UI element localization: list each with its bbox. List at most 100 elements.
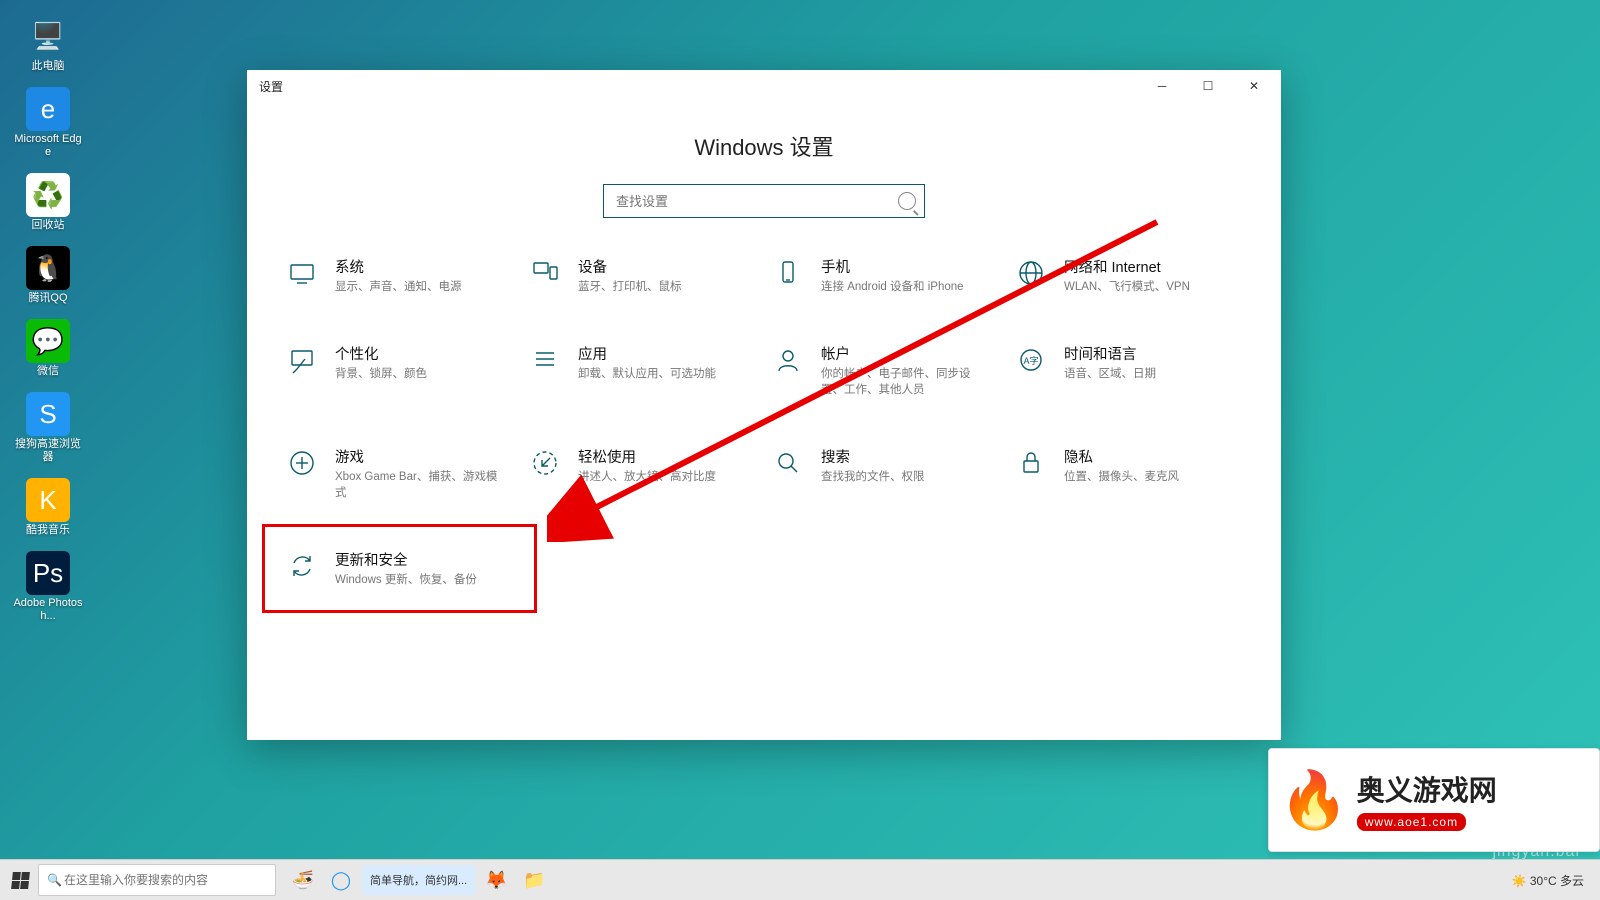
settings-category-accounts[interactable]: 帐户 你的帐户、电子邮件、同步设置、工作、其他人员: [769, 339, 1002, 402]
kuwo-icon: K: [26, 478, 70, 522]
settings-category-search[interactable]: 搜索 查找我的文件、权限: [769, 442, 1002, 505]
category-title: 手机: [821, 256, 964, 277]
desktop: 🖥️ 此电脑 eMicrosoft Edge ♻️ 回收站 🐧 腾讯QQ 💬 微信 S搜狗高速浏览…: [0, 0, 1600, 900]
titlebar: 设置 ─ ☐ ✕: [247, 70, 1281, 102]
windows-icon: [11, 872, 30, 889]
desktop-icon-label: 此电脑: [12, 60, 84, 73]
taskbar-app-sogou[interactable]: ◯: [324, 865, 358, 895]
category-desc: 讲述人、放大镜、高对比度: [578, 469, 716, 485]
desktop-icon-sogou[interactable]: S搜狗高速浏览器: [12, 392, 84, 464]
settings-window: 设置 ─ ☐ ✕ Windows 设置 系统 显示、声音、通知、电源 设备 蓝牙…: [247, 70, 1281, 740]
desktop-icon-kuwo[interactable]: K 酷我音乐: [12, 478, 84, 537]
network-icon: [1014, 256, 1048, 290]
settings-category-personalization[interactable]: 个性化 背景、锁屏、颜色: [283, 339, 516, 402]
edge-icon: e: [26, 87, 70, 131]
desktop-icon-label: Microsoft Edge: [12, 133, 84, 159]
taskbar-weather[interactable]: ☀️ 30°C 多云: [1512, 872, 1584, 889]
desktop-icon-label: 微信: [12, 365, 84, 378]
search-icon: 🔍: [47, 873, 62, 887]
wechat-icon: 💬: [26, 319, 70, 363]
settings-grid: 系统 显示、声音、通知、电源 设备 蓝牙、打印机、鼠标 手机 连接 Androi…: [283, 252, 1245, 592]
desktop-icon-label: 酷我音乐: [12, 524, 84, 537]
settings-search[interactable]: [603, 184, 925, 218]
system-icon: [285, 256, 319, 290]
taskbar-search-input[interactable]: [62, 872, 267, 888]
desktop-icon-label: 腾讯QQ: [12, 292, 84, 305]
flame-icon: 🔥: [1279, 767, 1349, 833]
maximize-button[interactable]: ☐: [1185, 70, 1231, 102]
time-icon: A字: [1014, 343, 1048, 377]
settings-category-gaming[interactable]: 游戏 Xbox Game Bar、捕获、游戏模式: [283, 442, 516, 505]
category-desc: 连接 Android 设备和 iPhone: [821, 279, 964, 295]
ps-icon: Ps: [26, 551, 70, 595]
category-desc: WLAN、飞行模式、VPN: [1064, 279, 1190, 295]
category-title: 设备: [578, 256, 682, 277]
desktop-icon-qq[interactable]: 🐧 腾讯QQ: [12, 246, 84, 305]
category-desc: 位置、摄像头、麦克风: [1064, 469, 1179, 485]
category-title: 个性化: [335, 343, 427, 364]
taskbar-search[interactable]: 🔍: [38, 864, 276, 896]
category-title: 更新和安全: [335, 549, 477, 570]
devices-icon: [528, 256, 562, 290]
settings-category-network[interactable]: 网络和 Internet WLAN、飞行模式、VPN: [1012, 252, 1245, 299]
category-desc: 语音、区域、日期: [1064, 366, 1156, 382]
accounts-icon: [771, 343, 805, 377]
category-desc: 蓝牙、打印机、鼠标: [578, 279, 682, 295]
taskbar: 🔍 🍜 ◯ 简单导航，简约网... 🦊 📁 ☀️ 30°C 多云: [0, 859, 1600, 900]
settings-category-privacy[interactable]: 隐私 位置、摄像头、麦克风: [1012, 442, 1245, 505]
desktop-icon-pc[interactable]: 🖥️ 此电脑: [12, 14, 84, 73]
desktop-icon-recycle[interactable]: ♻️ 回收站: [12, 173, 84, 232]
category-desc: 你的帐户、电子邮件、同步设置、工作、其他人员: [821, 366, 991, 398]
close-button[interactable]: ✕: [1231, 70, 1277, 102]
minimize-button[interactable]: ─: [1139, 70, 1185, 102]
svg-text:A字: A字: [1023, 355, 1038, 366]
settings-category-ease[interactable]: 轻松使用 讲述人、放大镜、高对比度: [526, 442, 759, 505]
site-badge-title: 奥义游戏网: [1357, 769, 1497, 809]
window-content: Windows 设置 系统 显示、声音、通知、电源 设备 蓝牙、打印机、鼠标 手…: [247, 102, 1281, 740]
category-desc: Xbox Game Bar、捕获、游戏模式: [335, 469, 505, 501]
taskbar-apps: 🍜 ◯ 简单导航，简约网... 🦊 📁: [286, 865, 551, 895]
category-title: 搜索: [821, 446, 925, 467]
category-desc: 背景、锁屏、颜色: [335, 366, 427, 382]
settings-category-devices[interactable]: 设备 蓝牙、打印机、鼠标: [526, 252, 759, 299]
taskbar-app-firefox[interactable]: 🦊: [479, 865, 513, 895]
recycle-icon: ♻️: [26, 173, 70, 217]
window-title: 设置: [259, 78, 283, 95]
settings-category-time[interactable]: A字 时间和语言 语音、区域、日期: [1012, 339, 1245, 402]
taskbar-app-edge[interactable]: 简单导航，简约网...: [362, 865, 475, 895]
settings-category-update[interactable]: 更新和安全 Windows 更新、恢复、备份: [283, 545, 516, 592]
settings-category-system[interactable]: 系统 显示、声音、通知、电源: [283, 252, 516, 299]
ease-icon: [528, 446, 562, 480]
update-icon: [285, 549, 319, 583]
desktop-icon-label: 回收站: [12, 219, 84, 232]
site-badge: 🔥 奥义游戏网 www.aoe1.com: [1268, 748, 1600, 852]
category-desc: Windows 更新、恢复、备份: [335, 572, 477, 588]
apps-icon: [528, 343, 562, 377]
phone-icon: [771, 256, 805, 290]
desktop-icon-wechat[interactable]: 💬 微信: [12, 319, 84, 378]
category-title: 轻松使用: [578, 446, 716, 467]
taskbar-app-explorer[interactable]: 📁: [517, 865, 551, 895]
desktop-icon-label: Adobe Photosh...: [12, 597, 84, 623]
category-title: 时间和语言: [1064, 343, 1156, 364]
search-icon: [771, 446, 805, 480]
pc-icon: 🖥️: [26, 14, 70, 58]
desktop-icon-edge[interactable]: eMicrosoft Edge: [12, 87, 84, 159]
desktop-icon-ps[interactable]: PsAdobe Photosh...: [12, 551, 84, 623]
settings-category-phone[interactable]: 手机 连接 Android 设备和 iPhone: [769, 252, 1002, 299]
category-title: 隐私: [1064, 446, 1179, 467]
settings-category-apps[interactable]: 应用 卸载、默认应用、可选功能: [526, 339, 759, 402]
site-badge-url: www.aoe1.com: [1357, 813, 1466, 831]
category-title: 网络和 Internet: [1064, 256, 1190, 277]
qq-icon: 🐧: [26, 246, 70, 290]
privacy-icon: [1014, 446, 1048, 480]
gaming-icon: [285, 446, 319, 480]
page-title: Windows 设置: [283, 130, 1245, 162]
category-title: 系统: [335, 256, 462, 277]
category-desc: 显示、声音、通知、电源: [335, 279, 462, 295]
search-icon: [898, 192, 916, 210]
start-button[interactable]: [6, 866, 34, 894]
taskbar-app-nezha[interactable]: 🍜: [286, 865, 320, 895]
settings-search-input[interactable]: [614, 193, 914, 210]
category-desc: 查找我的文件、权限: [821, 469, 925, 485]
